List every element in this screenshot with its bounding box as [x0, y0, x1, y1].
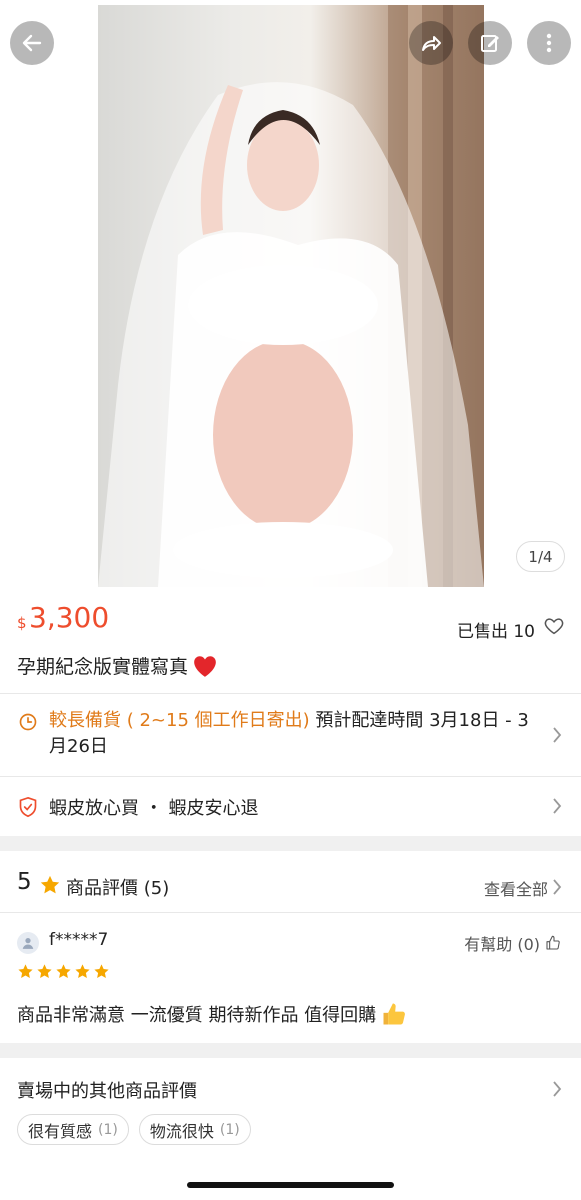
home-indicator[interactable] — [187, 1182, 394, 1188]
back-button[interactable] — [10, 21, 54, 65]
review-stars — [17, 963, 110, 980]
heart-icon — [544, 618, 564, 635]
other-reviews-title: 賣場中的其他商品評價 — [17, 1081, 197, 1102]
red-heart-emoji-icon — [194, 655, 216, 677]
share-button[interactable] — [409, 21, 453, 65]
price-row: $ 3,300 已售出 10 — [0, 596, 581, 648]
tag-label: 很有質感 — [28, 1121, 93, 1141]
helpful-button[interactable]: 有幫助 (0) — [464, 931, 561, 955]
edit-icon — [481, 35, 499, 52]
section-gap — [0, 1043, 581, 1058]
like-button[interactable] — [543, 615, 565, 641]
product-title: 孕期紀念版實體寫真 — [17, 652, 218, 679]
reviewer-name: f*****7 — [49, 930, 109, 950]
chevron-right-icon — [553, 1081, 562, 1097]
review-tag[interactable]: 很有質感 (1) — [17, 1114, 129, 1145]
chevron-right-icon — [553, 727, 562, 743]
product-gallery[interactable]: 1/4 — [0, 0, 581, 590]
star-icon — [94, 964, 109, 978]
review-tags: 很有質感 (1) 物流很快 (1) — [17, 1114, 251, 1145]
section-gap — [0, 836, 581, 851]
guarantee-text: 蝦皮放心買 ・ 蝦皮安心退 — [49, 798, 259, 819]
star-icon — [18, 964, 33, 978]
review-item: f*****7 有幫助 (0) 商品非常滿意 一流優質 期待新作品 值得回購 — [0, 913, 581, 1043]
more-vertical-icon — [546, 33, 552, 53]
currency-symbol: $ — [17, 614, 27, 632]
thumbs-up-icon — [546, 935, 560, 950]
chevron-right-icon — [553, 798, 562, 814]
star-icon — [40, 875, 60, 894]
arrow-left-icon — [22, 34, 42, 52]
review-tag[interactable]: 物流很快 (1) — [138, 1114, 251, 1145]
guarantee-row[interactable]: 蝦皮放心買 ・ 蝦皮安心退 — [0, 777, 581, 835]
thumbs-up-emoji-icon — [383, 1003, 406, 1025]
share-icon — [422, 36, 441, 51]
ratings-header[interactable]: 5 商品評價 (5) 查看全部 — [0, 852, 581, 912]
more-options-button[interactable] — [527, 21, 571, 65]
shipping-warning: 較長備貨 ( 2~15 個工作日寄出) — [49, 710, 310, 731]
sold-count: 已售出 10 — [456, 622, 535, 642]
rating-score: 5 — [17, 869, 32, 895]
clock-icon — [19, 713, 37, 731]
see-all-link[interactable]: 查看全部 — [484, 876, 548, 900]
tag-label: 物流很快 — [149, 1121, 214, 1141]
user-icon — [22, 938, 34, 949]
shipping-text: 較長備貨 ( 2~15 個工作日寄出) 預計配達時間 3月18日 - 3月26日 — [49, 708, 539, 760]
price: 3,300 — [29, 601, 110, 634]
star-icon — [37, 964, 52, 978]
shipping-info-row[interactable]: 較長備貨 ( 2~15 個工作日寄出) 預計配達時間 3月18日 - 3月26日 — [0, 694, 581, 776]
tag-count: (1) — [98, 1121, 118, 1138]
tag-count: (1) — [219, 1121, 240, 1138]
star-icon — [56, 964, 71, 978]
image-counter: 1/4 — [516, 541, 565, 572]
product-photo[interactable] — [98, 5, 484, 587]
star-icon — [75, 964, 90, 978]
photo-illustration — [98, 5, 484, 587]
shield-icon — [19, 796, 37, 818]
avatar — [17, 932, 39, 954]
ratings-label: 商品評價 (5) — [66, 878, 170, 899]
review-body: 商品非常滿意 一流優質 期待新作品 值得回購 — [17, 1005, 377, 1026]
chevron-right-icon — [553, 879, 562, 895]
helpful-label: 有幫助 (0) — [464, 935, 540, 954]
review-text: 商品非常滿意 一流優質 期待新作品 值得回購 — [17, 1000, 408, 1028]
product-title-text: 孕期紀念版實體寫真 — [17, 656, 189, 678]
other-products-reviews[interactable]: 賣場中的其他商品評價 很有質感 (1) 物流很快 (1) — [0, 1060, 581, 1200]
edit-button[interactable] — [468, 21, 512, 65]
